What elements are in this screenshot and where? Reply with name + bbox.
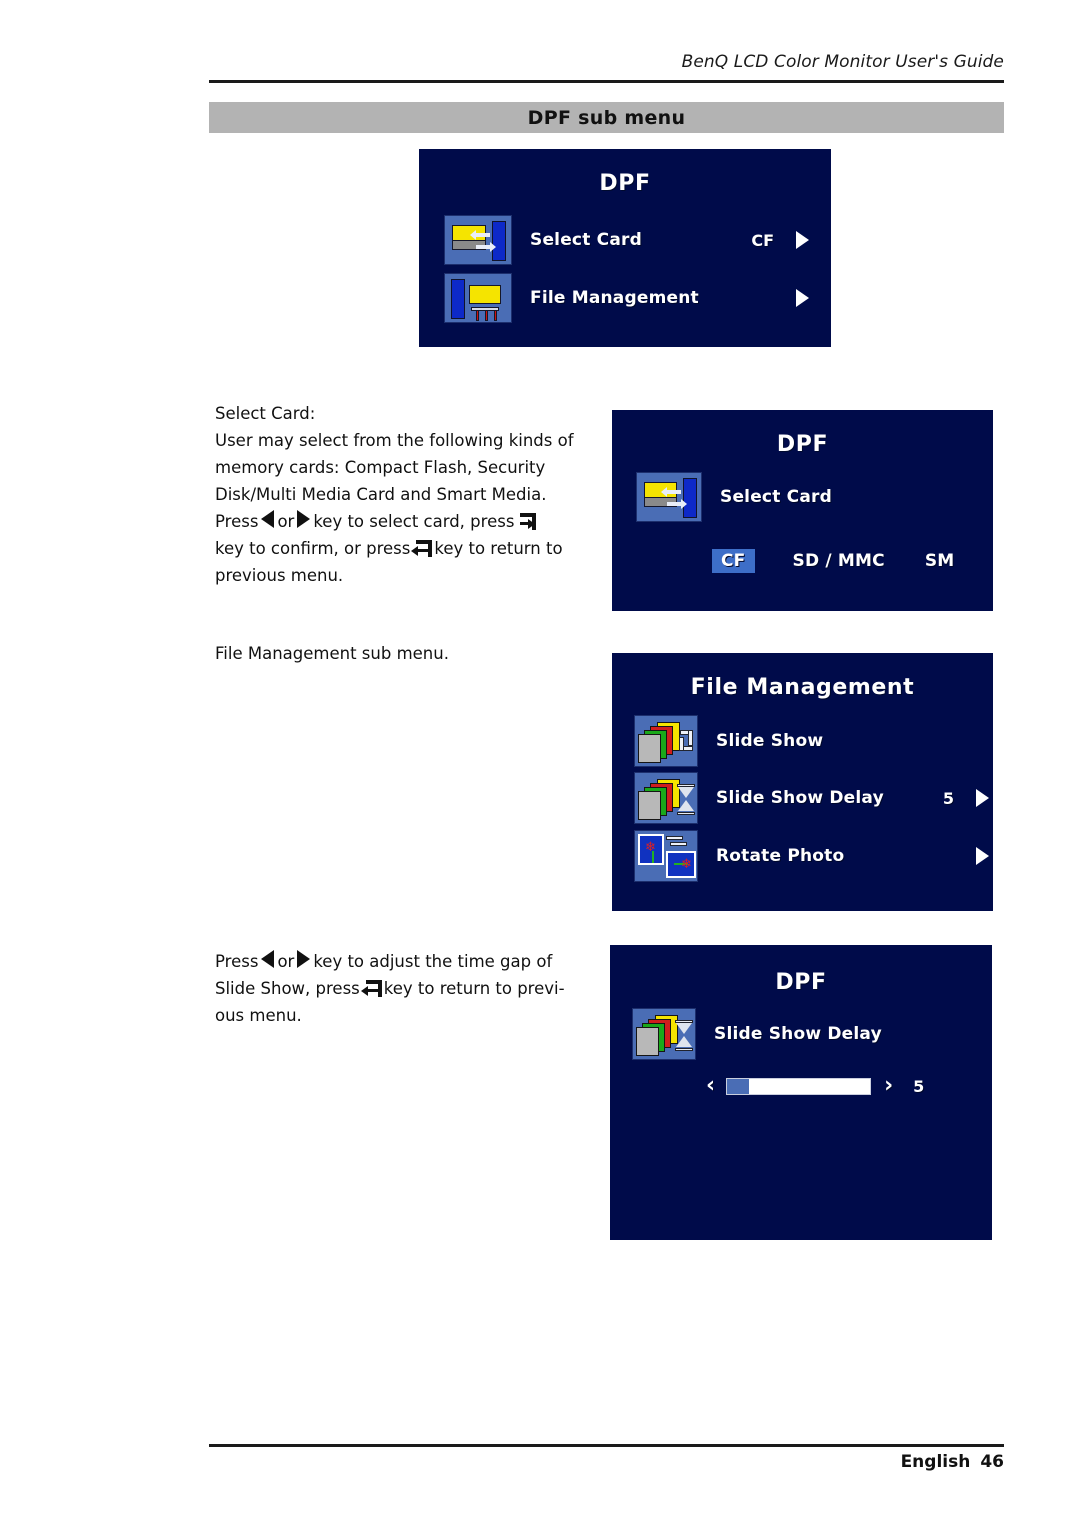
select-card-line-4-tail: key to select card, press: [313, 512, 515, 531]
select-card-line-3: Disk/Multi Media Card and Smart Media.: [215, 485, 547, 504]
slide-show-line-3: ous menu.: [215, 1006, 302, 1025]
osd-panel-dpf-main: DPF Select Card CF File Management: [419, 149, 831, 347]
select-card-line-5-head: key to confirm, or press: [215, 539, 411, 558]
footer-rule: [209, 1444, 1004, 1447]
triangle-right-icon[interactable]: [796, 289, 809, 307]
triangle-right-icon[interactable]: [976, 847, 989, 865]
back-key-icon: [411, 540, 433, 557]
triangle-right-icon[interactable]: [976, 789, 989, 807]
press-word: Press: [215, 952, 259, 971]
slide-show-line-1: Press or key to adjust the time gap of: [215, 948, 585, 975]
select-card-line-1: User may select from the following kinds…: [215, 431, 574, 450]
osd-label-select-card: Select Card: [530, 230, 642, 250]
select-card-icon: [444, 215, 512, 265]
or-word: or: [277, 952, 295, 971]
select-card-line-5: key to confirm, or press key to return to: [215, 535, 585, 562]
select-card-line-5-tail: key to return to: [434, 539, 563, 558]
page-title: DPF sub menu: [527, 106, 686, 129]
chevron-left-icon[interactable]: ‹: [706, 1075, 715, 1097]
slide-show-line-1-tail: key to adjust the time gap of: [313, 952, 553, 971]
card-type-options: CF SD / MMC SM: [712, 549, 972, 573]
osd-label-slide-show-delay: Slide Show Delay: [714, 1024, 882, 1044]
slide-show-delay-slider[interactable]: [726, 1077, 872, 1095]
osd-title-slide-show-delay: DPF: [775, 970, 827, 995]
chevron-right-icon[interactable]: ›: [884, 1075, 893, 1097]
footer-language: English: [900, 1452, 971, 1472]
osd-panel-slide-show-delay: DPF Slide Show Delay ‹ › 5: [610, 945, 992, 1240]
left-arrow-key-icon: [261, 510, 275, 528]
osd-label-rotate-photo: Rotate Photo: [716, 846, 845, 866]
osd-label-file-management: File Management: [530, 288, 699, 308]
right-arrow-key-icon: [297, 950, 311, 968]
page-number: 46: [980, 1452, 1004, 1472]
or-word: or: [277, 512, 295, 531]
enter-key-icon: [516, 513, 537, 530]
body-file-management: File Management sub menu.: [215, 640, 585, 667]
slide-show-delay-icon: [632, 1008, 696, 1060]
osd-row-rotate-photo[interactable]: ❄ ❄ Rotate Photo: [634, 830, 989, 882]
hourglass-icon: [675, 1020, 693, 1051]
osd-row-slide-show-delay[interactable]: Slide Show Delay: [632, 1008, 962, 1060]
osd-row-slide-show-delay[interactable]: Slide Show Delay 5: [634, 772, 989, 824]
right-arrow-key-icon: [297, 510, 311, 528]
header-rule: [209, 80, 1004, 83]
slide-show-line-2: Slide Show, press key to return to previ-: [215, 975, 585, 1002]
osd-title-select-card: DPF: [776, 432, 829, 457]
press-word: Press: [215, 512, 259, 531]
rotate-photo-icon: ❄ ❄: [634, 830, 698, 882]
body-slide-show: Press or key to adjust the time gap of Sli…: [215, 948, 585, 1029]
body-select-card: Select Card: User may select from the fo…: [215, 400, 585, 589]
running-head-text: BenQ LCD Color Monitor User's Guide: [681, 52, 1004, 72]
slide-show-delay-slider-row: ‹ › 5: [706, 1075, 968, 1097]
select-card-line-6: previous menu.: [215, 566, 344, 585]
card-option-sd-mmc[interactable]: SD / MMC: [793, 551, 885, 571]
select-card-heading: Select Card:: [215, 404, 316, 423]
slide-show-line-2-head: Slide Show, press: [215, 979, 360, 998]
slider-value: 5: [913, 1076, 925, 1096]
osd-row-select-card[interactable]: Select Card CF: [444, 215, 809, 265]
slide-show-line-2-tail: key to return to previ-: [383, 979, 565, 998]
osd-row-select-card[interactable]: Select Card: [636, 472, 966, 522]
file-management-sub-menu-text: File Management sub menu.: [215, 644, 449, 663]
osd-value-select-card: CF: [751, 230, 774, 250]
hourglass-icon: [677, 784, 695, 815]
osd-panel-select-card: DPF Select Card CF SD / MMC SM: [612, 410, 993, 611]
left-arrow-key-icon: [261, 950, 275, 968]
running-head: BenQ LCD Color Monitor User's Guide: [209, 52, 1004, 72]
slider-fill: [727, 1078, 749, 1094]
osd-value-slide-show-delay: 5: [942, 788, 954, 808]
select-card-icon: [636, 472, 702, 522]
osd-title-file-management: File Management: [690, 675, 915, 700]
slide-show-delay-icon: [634, 772, 698, 824]
osd-label-select-card: Select Card: [720, 487, 832, 507]
card-option-cf[interactable]: CF: [712, 549, 755, 573]
footer: English 46: [209, 1452, 1004, 1472]
select-card-line-4: Press or key to select card, press: [215, 508, 585, 535]
card-option-sm[interactable]: SM: [925, 551, 955, 571]
osd-title-dpf-main: DPF: [599, 171, 651, 196]
section-title-bar: DPF sub menu: [209, 102, 1004, 133]
osd-row-slide-show[interactable]: Slide Show: [634, 715, 974, 767]
file-management-icon: [444, 273, 512, 323]
osd-panel-file-management: File Management Slide Show Slide Show De…: [612, 653, 993, 911]
select-card-line-2: memory cards: Compact Flash, Security: [215, 458, 546, 477]
osd-label-slide-show: Slide Show: [716, 731, 824, 751]
slide-show-icon: [634, 715, 698, 767]
triangle-right-icon[interactable]: [796, 231, 809, 249]
back-key-icon: [360, 980, 382, 997]
osd-row-file-management[interactable]: File Management: [444, 273, 809, 323]
osd-label-slide-show-delay: Slide Show Delay: [716, 788, 884, 808]
